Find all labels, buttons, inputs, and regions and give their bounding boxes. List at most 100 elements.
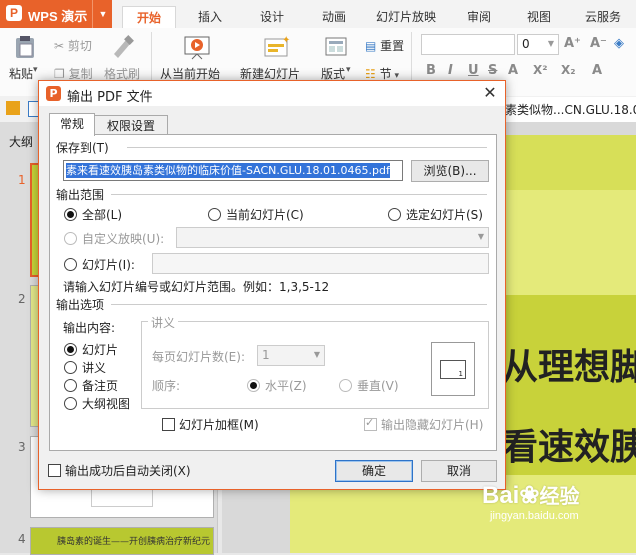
order-vertical-label: 垂直(V) [357,379,399,393]
font-color-button[interactable]: A [508,63,518,78]
content-handout-radio[interactable] [64,361,77,374]
chevron-down-icon: ▼ [547,39,554,48]
tab-cloud[interactable]: 云服务 [574,6,632,28]
slide-range-input[interactable] [152,253,489,274]
cancel-button[interactable]: 取消 [421,460,497,482]
watermark-brand-2: 经验 [539,486,580,508]
strikethrough-button[interactable]: S [488,63,497,78]
preview-number: 1 [458,370,463,378]
paste-button[interactable] [12,34,38,60]
browse-button[interactable]: 浏览(B)... [411,160,489,182]
play-from-current-icon[interactable] [183,34,211,60]
range-current-radio[interactable] [208,208,221,221]
save-to-label: 保存到(T) [56,141,109,155]
subscript-button[interactable]: X₂ [561,63,576,77]
output-options-label: 输出选项 [56,298,105,312]
range-selected-radio[interactable] [388,208,401,221]
copy-label: 复制 [68,67,93,81]
range-custom-radio[interactable] [64,232,77,245]
tab-insert[interactable]: 插入 [184,6,236,28]
chevron-down-icon: ▼ [313,350,320,359]
dialog-title-bar: P 输出 PDF 文件 [39,81,505,106]
wps-logo-icon: P [6,5,22,21]
folder-icon[interactable] [6,101,20,115]
order-horizontal-label: 水平(Z) [265,379,307,393]
tab-slideshow[interactable]: 幻灯片放映 [366,6,446,28]
paste-label: 粘贴 [9,67,34,81]
bold-button[interactable]: B [426,63,436,78]
paste-dropdown-icon[interactable]: ▾ [33,65,38,75]
text-style-icon[interactable]: ◈ [614,36,624,51]
order-vertical-radio[interactable] [339,379,352,392]
content-slides-radio[interactable] [64,343,77,356]
content-handout-label: 讲义 [82,361,107,375]
content-label: 输出内容: [63,321,116,335]
decrease-font-icon[interactable]: A⁻ [590,36,607,51]
tab-permissions[interactable]: 权限设置 [94,115,168,136]
font-size-value: 0 [522,37,530,51]
watermark-brand: Bai [482,482,520,509]
range-slides-radio[interactable] [64,258,77,271]
custom-show-select[interactable]: ▼ [176,227,489,248]
clear-format-button[interactable]: A [592,63,602,78]
per-page-select[interactable]: 1 ▼ [257,345,325,366]
superscript-button[interactable]: X² [533,63,548,77]
frame-slides-label: 幻灯片加框(M) [179,418,259,432]
order-horizontal-radio[interactable] [247,379,260,392]
ok-button[interactable]: 确定 [335,460,413,482]
slide-title-line-2: 看速效胰 [502,427,636,468]
brush-icon [114,35,134,58]
save-path-value: 素来看速效胰岛素类似物的临床价值-SACN.GLU.18.01.0465.pdf [66,163,390,178]
content-notes-label: 备注页 [82,379,119,393]
content-slides-label: 幻灯片 [82,343,119,357]
export-pdf-dialog: P 输出 PDF 文件 ✕ 常规 权限设置 保存到(T) 素来看速效胰岛素类似物… [38,80,506,490]
increase-font-icon[interactable]: A⁺ [564,36,581,51]
close-icon[interactable]: ✕ [481,84,499,102]
watermark-url: jingyan.baidu.com [490,510,579,522]
range-all-radio[interactable] [64,208,77,221]
tab-general[interactable]: 常规 [49,113,95,136]
section-icon: ☷ [365,67,376,81]
slide-thumbnail-4[interactable]: 胰岛素的诞生——开创胰病治疗新纪元 [30,527,214,555]
section-divider [111,304,487,305]
frame-slides-checkbox[interactable] [162,418,175,431]
chevron-down-icon[interactable]: ▼ [92,0,113,28]
cut-button[interactable]: ✂ 剪切 [54,37,92,54]
dialog-title: 输出 PDF 文件 [67,90,153,105]
reset-label: 重置 [380,39,405,53]
thumb-number: 3 [18,440,26,454]
layout-icon[interactable] [325,36,347,58]
font-size-select[interactable]: 0 ▼ [517,34,559,55]
auto-close-checkbox[interactable] [48,464,61,477]
app-menu-button[interactable]: P WPS 演示 ▼ [0,0,112,28]
italic-button[interactable]: I [448,63,453,78]
content-outline-radio[interactable] [64,397,77,410]
tab-view[interactable]: 视图 [514,6,564,28]
thumb-content [91,487,153,507]
format-painter-button[interactable] [110,34,136,60]
tab-home[interactable]: 开始 [122,6,176,29]
tab-animation[interactable]: 动画 [308,6,360,28]
new-slide-icon[interactable]: ✦ [262,34,290,60]
outline-tab[interactable]: 大纲 [9,133,33,150]
underline-button[interactable]: U [468,63,479,78]
output-range-label: 输出范围 [56,188,105,202]
font-name-select[interactable] [421,34,515,55]
content-notes-radio[interactable] [64,379,77,392]
range-slides-label: 幻灯片(I): [82,258,135,272]
range-all-label: 全部(L) [82,208,123,222]
auto-close-label: 输出成功后自动关闭(X) [65,464,191,478]
tab-review[interactable]: 审阅 [454,6,504,28]
section-divider [127,147,487,148]
layout-dropdown-icon[interactable]: ▾ [346,65,351,75]
tab-design[interactable]: 设计 [246,6,298,28]
app-name: WPS 演示 [28,9,88,24]
svg-text:✦: ✦ [282,35,290,46]
save-path-input[interactable]: 素来看速效胰岛素类似物的临床价值-SACN.GLU.18.01.0465.pdf [63,160,403,181]
hidden-slides-checkbox[interactable] [364,416,377,431]
preview-slide-box: 1 [440,360,466,379]
hidden-slides-label: 输出隐藏幻灯片(H) [381,418,484,432]
clipboard-icon [16,36,34,58]
reset-button[interactable]: ▤ 重置 [365,37,404,54]
reset-icon: ▤ [365,39,377,53]
